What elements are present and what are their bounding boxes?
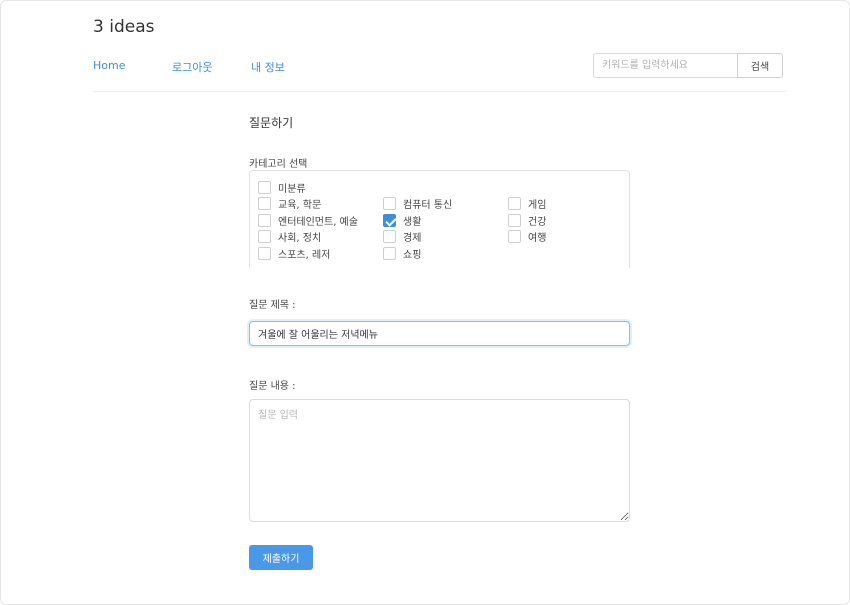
checkbox-icon[interactable] — [383, 247, 396, 260]
category-label-text: 게임 — [528, 200, 547, 211]
search-button[interactable]: 검색 — [737, 53, 783, 78]
question-content-textarea[interactable] — [249, 399, 630, 522]
checkbox-icon[interactable] — [508, 230, 521, 243]
category-label-text: 엔터테인먼트, 예술 — [278, 217, 358, 228]
checkbox-icon[interactable] — [508, 197, 521, 210]
submit-button[interactable]: 제출하기 — [249, 545, 313, 570]
brand-title[interactable]: 3 ideas — [93, 17, 154, 37]
category-checkbox[interactable]: 경제 — [383, 229, 421, 244]
category-checkbox[interactable]: 게임 — [508, 196, 546, 211]
checkbox-icon[interactable] — [258, 214, 271, 227]
category-checkbox[interactable]: 교육, 학문 — [258, 196, 321, 211]
category-label-text: 사회, 정치 — [278, 233, 322, 244]
checkbox-icon[interactable] — [258, 181, 271, 194]
category-label-text: 쇼핑 — [403, 250, 422, 261]
checkbox-icon[interactable] — [508, 214, 521, 227]
question-title-input[interactable] — [249, 321, 630, 346]
category-label-text: 컴퓨터 통신 — [403, 200, 453, 211]
category-checkbox-group: 미분류 교육, 학문 엔터테인먼트, 예술 사회, 정치 스포츠, 레저 컴퓨터… — [249, 170, 630, 268]
category-checkbox[interactable]: 컴퓨터 통신 — [383, 196, 452, 211]
nav-my-info-link[interactable]: 내 정보 — [251, 59, 285, 75]
category-label-text: 미분류 — [278, 184, 306, 195]
page-title: 질문하기 — [249, 116, 294, 130]
checkbox-icon[interactable] — [258, 197, 271, 210]
category-label: 카테고리 선택 — [249, 159, 308, 170]
checkbox-icon[interactable] — [383, 214, 396, 227]
checkbox-icon[interactable] — [258, 230, 271, 243]
category-checkbox[interactable]: 엔터테인먼트, 예술 — [258, 213, 358, 228]
category-label-text: 생활 — [403, 217, 422, 228]
category-label-text: 교육, 학문 — [278, 200, 322, 211]
category-checkbox[interactable]: 사회, 정치 — [258, 229, 321, 244]
nav-home-link[interactable]: Home — [93, 59, 125, 72]
question-content-label: 질문 내용 : — [249, 381, 296, 392]
nav-logout-link[interactable]: 로그아웃 — [172, 59, 212, 75]
category-checkbox[interactable]: 미분류 — [258, 180, 306, 195]
category-checkbox[interactable]: 건강 — [508, 213, 546, 228]
checkbox-icon[interactable] — [383, 230, 396, 243]
category-label-text: 스포츠, 레저 — [278, 250, 331, 261]
header-divider — [93, 91, 786, 92]
category-checkbox[interactable]: 여행 — [508, 229, 546, 244]
category-label-text: 건강 — [528, 217, 547, 228]
category-checkbox[interactable]: 생활 — [383, 213, 421, 228]
checkbox-icon[interactable] — [383, 197, 396, 210]
category-checkbox[interactable]: 스포츠, 레저 — [258, 246, 330, 261]
search-input[interactable] — [593, 53, 738, 78]
category-label-text: 경제 — [403, 233, 422, 244]
category-checkbox[interactable]: 쇼핑 — [383, 246, 421, 261]
question-title-label: 질문 제목 : — [249, 300, 296, 311]
category-label-text: 여행 — [528, 233, 547, 244]
checkbox-icon[interactable] — [258, 247, 271, 260]
